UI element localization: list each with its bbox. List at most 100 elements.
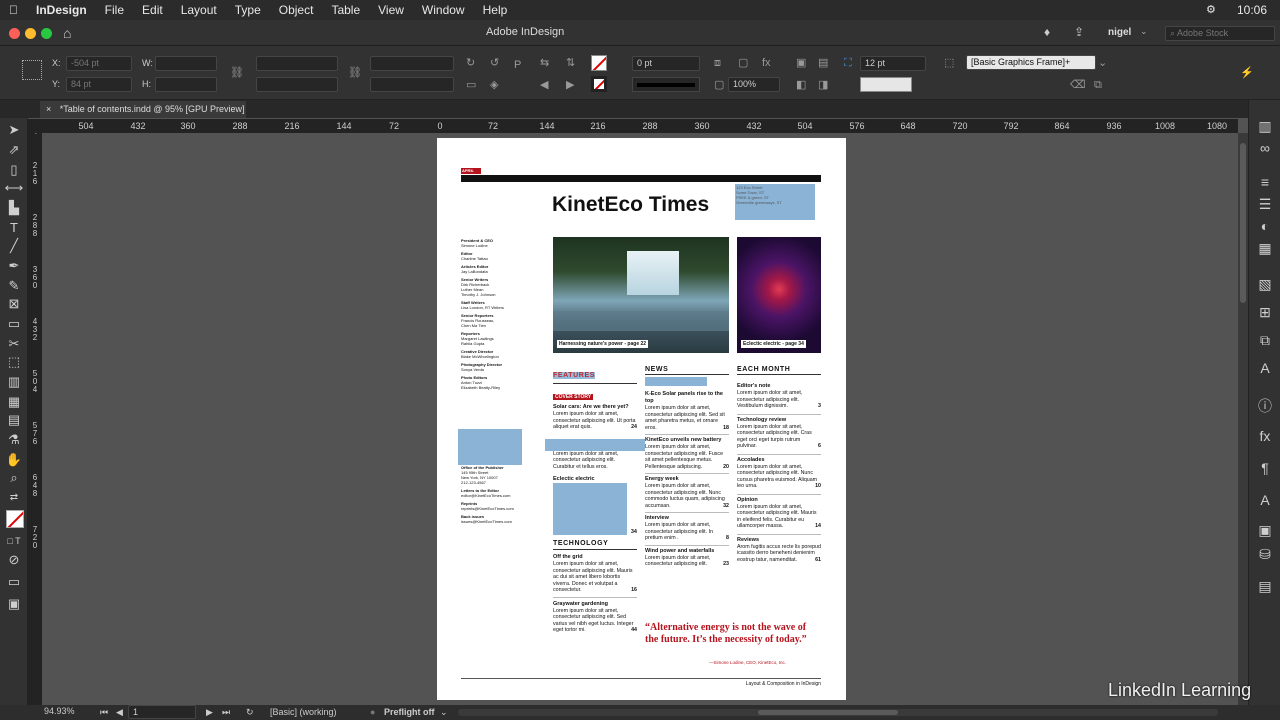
cc-libraries-icon[interactable]: ⛁ [1249, 546, 1280, 563]
opacity-field[interactable]: 100% [728, 77, 780, 92]
swap-fill-stroke-icon[interactable]: ⇄ [0, 492, 28, 503]
pen-tool-icon[interactable]: ✒ [0, 258, 28, 274]
shear-field[interactable] [370, 77, 454, 92]
free-transform-tool-icon[interactable]: ⬚ [0, 354, 28, 370]
hand-tool-icon[interactable]: ✋ [0, 452, 28, 468]
gradient-feather-tool-icon[interactable]: ▦ [0, 394, 28, 410]
zoom-field[interactable]: 94.93% [40, 705, 90, 719]
vertical-ruler[interactable]: 7 21 4 42 1 62 8 83 6 04 3 25 0 45 7 66 … [28, 133, 42, 705]
close-tab-icon[interactable]: × [46, 104, 51, 114]
pencil-tool-icon[interactable]: ✎ [0, 278, 28, 294]
waterfall-image[interactable]: Harnessing nature's power - page 22 [553, 237, 729, 353]
stroke-style-preview[interactable] [860, 77, 912, 92]
stroke-type-dropdown[interactable] [632, 77, 700, 92]
fill-swatch[interactable] [591, 55, 607, 71]
object-style-icon[interactable]: ⬚ [944, 56, 954, 70]
link-icon[interactable]: ⛓ [348, 66, 362, 80]
menu-layout[interactable]: Layout [172, 3, 226, 17]
preflight-profile[interactable]: [Basic] (working) [270, 707, 337, 717]
object-styles-icon[interactable]: ▣ [1249, 522, 1280, 539]
menu-window[interactable]: Window [413, 3, 474, 17]
previous-page-icon[interactable]: ◀ [116, 707, 123, 718]
constrain-proportions-icon[interactable]: ⛓ [230, 66, 244, 80]
x-position-field[interactable]: -504 pt [66, 56, 132, 71]
select-previous-icon[interactable]: ◀ [540, 78, 548, 92]
select-container-icon[interactable]: ▭ [466, 78, 476, 92]
rotate-cw-icon[interactable]: ↻ [466, 56, 475, 70]
selected-text-frame[interactable] [458, 429, 522, 465]
width-field[interactable] [155, 56, 217, 71]
type-tool-icon[interactable]: T [0, 220, 28, 235]
quick-apply-icon[interactable]: ⚡ [1240, 66, 1254, 80]
clear-overrides-icon[interactable]: ⌫ [1070, 78, 1086, 92]
align-left-icon[interactable]: ◧ [796, 78, 806, 92]
rectangle-tool-icon[interactable]: ▭ [0, 316, 28, 332]
apple-icon[interactable]:  [0, 3, 27, 17]
auto-fit-icon[interactable]: ⛶ [844, 56, 852, 70]
stroke-swatch[interactable] [591, 76, 607, 92]
flip-horizontal-icon[interactable]: ⇆ [540, 56, 549, 70]
stroke-panel-icon[interactable]: ☰ [1249, 196, 1280, 213]
fill-stroke-proxy[interactable] [6, 510, 24, 528]
horizontal-ruler[interactable]: 504 432 360 288 216 144 72 0 72 144 216 288 360 432 50… [28, 119, 1238, 133]
preview-mode-icon[interactable]: ▣ [0, 596, 28, 612]
share-icon[interactable]: ⇪ [1074, 25, 1084, 39]
document-page[interactable]: APRIL KinetEco Times 123 Eco Street Some… [437, 138, 846, 700]
gap-field[interactable]: 12 pt [860, 56, 926, 71]
horizontal-scrollbar[interactable] [458, 709, 1218, 716]
apply-none-icon[interactable]: ⊘ [0, 552, 28, 568]
character-styles-icon[interactable]: A [1249, 492, 1280, 508]
gradient-tool-icon[interactable]: ▥ [0, 374, 28, 390]
preflight-status[interactable]: Preflight off [384, 707, 435, 717]
menu-table[interactable]: Table [322, 3, 369, 17]
flip-vertical-icon[interactable]: ⇅ [566, 56, 575, 70]
menu-type[interactable]: Type [226, 3, 270, 17]
menu-edit[interactable]: Edit [133, 3, 172, 17]
first-page-icon[interactable]: ⏮ [100, 707, 108, 718]
menu-file[interactable]: File [96, 3, 133, 17]
height-field[interactable] [155, 77, 217, 92]
selection-tool-icon[interactable]: ➤ [0, 122, 28, 138]
screen-mode-icon[interactable]: ▭ [0, 574, 28, 590]
info-panel-icon[interactable]: ⓘ [1249, 396, 1280, 416]
rotate-ccw-icon[interactable]: ↺ [490, 56, 499, 70]
close-window-button[interactable] [9, 28, 20, 39]
swatches-panel-icon[interactable]: ▦ [1249, 240, 1280, 257]
color-panel-icon[interactable]: ◐ [1249, 218, 1280, 234]
menu-help[interactable]: Help [474, 3, 517, 17]
selected-text-frame[interactable] [553, 483, 627, 535]
effects-panel-icon[interactable]: fx [1249, 428, 1280, 444]
glyphs-panel-icon[interactable]: ▤ [1249, 578, 1280, 595]
adobe-stock-search[interactable]: ⌕ Adobe Stock [1165, 26, 1275, 41]
gap-tool-icon[interactable]: ⟷ [0, 180, 28, 196]
zoom-tool-icon[interactable]: ⌕ [0, 470, 28, 486]
character-panel-icon[interactable]: A [1249, 360, 1280, 376]
scale-x-field[interactable] [256, 56, 338, 71]
drop-shadow-icon[interactable]: ▢ [738, 56, 748, 70]
apply-style-icon[interactable]: ⧉ [1094, 78, 1102, 92]
zoom-window-button[interactable] [41, 28, 52, 39]
selected-text-frame[interactable] [545, 438, 645, 451]
y-position-field[interactable]: 84 pt [66, 77, 132, 92]
pathfinder-panel-icon[interactable]: ⧉ [1249, 332, 1280, 349]
line-tool-icon[interactable]: ╱ [0, 238, 28, 254]
paragraph-styles-icon[interactable]: ¶ [1249, 460, 1280, 476]
address-frame[interactable]: 123 Eco Street Some Town, ST FREE & gree… [735, 184, 815, 220]
note-tool-icon[interactable]: ▤ [0, 412, 28, 428]
minimize-window-button[interactable] [25, 28, 36, 39]
select-next-icon[interactable]: ▶ [566, 78, 574, 92]
document-tab[interactable]: × *Table of contents.indd @ 95% [GPU Pre… [40, 101, 246, 118]
menu-view[interactable]: View [369, 3, 413, 17]
eyedropper-tool-icon[interactable]: ⚗ [0, 432, 28, 448]
content-collector-icon[interactable]: ▙ [0, 200, 28, 216]
page-number-field[interactable]: 1 [128, 705, 196, 719]
app-menu[interactable]: InDesign [27, 3, 96, 17]
pages-panel-icon[interactable]: ▥ [1249, 118, 1280, 135]
path-type-icon[interactable]: P [514, 58, 521, 72]
lightbulb-icon[interactable]: ♦ [1044, 25, 1050, 39]
rectangle-frame-tool-icon[interactable]: ⊠ [0, 296, 28, 312]
text-wrap-panel-icon[interactable]: ▧ [1249, 276, 1280, 293]
frame-fitting-icon[interactable]: ⧈ [714, 56, 721, 70]
text-wrap-box-icon[interactable]: ▤ [818, 56, 828, 70]
chevron-down-icon[interactable]: ⌄ [1140, 26, 1148, 37]
